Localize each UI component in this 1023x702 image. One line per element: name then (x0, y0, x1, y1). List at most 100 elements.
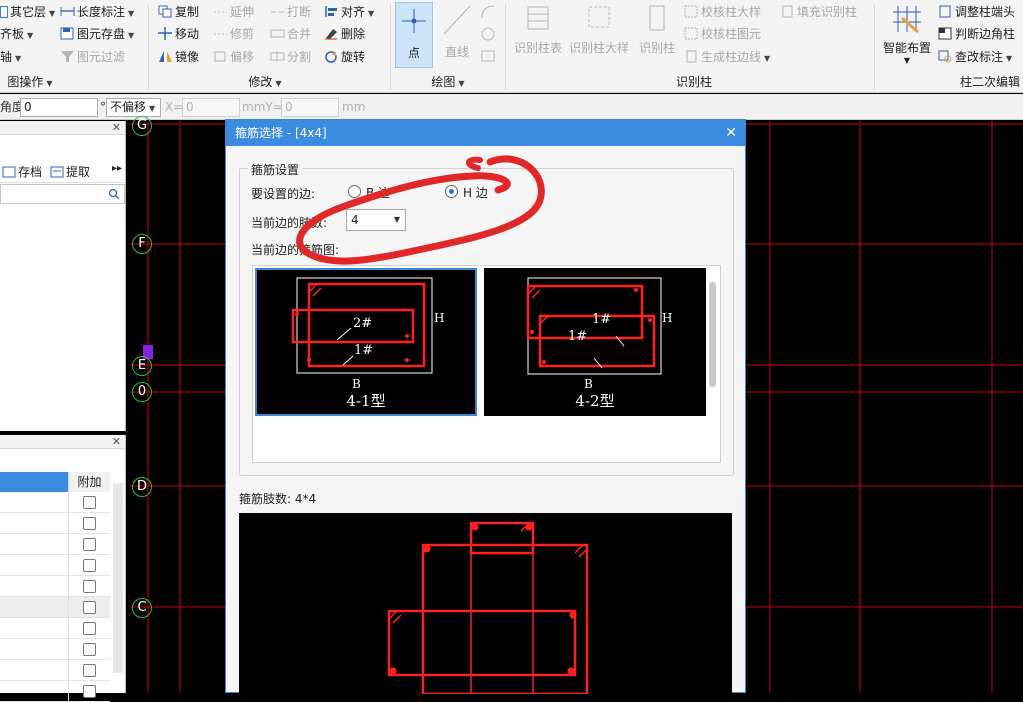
fill-identify-column-button[interactable]: 填充识别柱 (780, 2, 857, 22)
group-title: 箍筋设置 (248, 161, 303, 178)
parameter-bar: 角度: 0 ° 不偏移 ▼ X= 0 mmY= 0 mm (0, 94, 1023, 120)
stirrup-preview-drawing (387, 521, 589, 696)
other-layer-button[interactable]: 其它层 ▼ (0, 2, 55, 22)
attach-checkbox[interactable] (83, 559, 96, 572)
chevron-down-icon: ▼ (393, 215, 400, 224)
offset-mode-select[interactable]: 不偏移 ▼ (106, 98, 161, 117)
close-icon[interactable]: ✕ (112, 435, 121, 449)
archive-button[interactable]: 存档 (2, 163, 42, 181)
rect-tool-icon[interactable] (480, 48, 496, 67)
more-arrow-icon[interactable]: ▸▸ (112, 163, 122, 174)
group-label-operation: 图操作 ▼ (7, 75, 53, 89)
b-side-radio[interactable] (348, 185, 361, 198)
scrollbar[interactable] (113, 483, 123, 673)
split-button[interactable]: 分割 (270, 47, 311, 67)
align-slab-button[interactable]: 齐板 ▼ (0, 24, 33, 44)
delete-button[interactable]: 删除 (324, 24, 365, 44)
fill-icon (780, 4, 795, 18)
check-column-detail-button[interactable]: 校核柱大样 (684, 2, 761, 22)
attach-checkbox[interactable] (83, 517, 96, 530)
edit-label-button[interactable]: 查改标注 ▼ (938, 47, 1012, 67)
h-side-radio[interactable] (445, 185, 458, 198)
stirrup-type-4-1[interactable]: 2# 1# H B 4-1型 (255, 268, 477, 416)
search-input[interactable] (0, 184, 125, 204)
attach-checkbox[interactable] (83, 580, 96, 593)
bar-label-b: 1# (568, 329, 587, 344)
axis-label-g: G (132, 116, 152, 136)
stirrup-settings-group: 箍筋设置 要设置的边: B 边 H 边 当前边的肢数: 4▼ 当前边的箍筋图: (239, 161, 734, 476)
save-element-button[interactable]: 图元存盘 ▼ (60, 24, 134, 44)
length-dimension-button[interactable]: 长度标注 ▼ (60, 2, 134, 22)
dialog-titlebar: 箍筋选择 - [4x4] ✕ (226, 120, 745, 146)
offset-button[interactable]: 偏移 (213, 47, 254, 67)
extend-icon (213, 4, 228, 17)
table-row (0, 555, 110, 576)
element-filter-button[interactable]: 图元过滤 (60, 47, 125, 67)
stirrup-select-dialog: 箍筋选择 - [4x4] ✕ 箍筋设置 要设置的边: B 边 H 边 当前边的肢… (225, 119, 746, 696)
group-label-identify-column: 识别柱 (675, 75, 712, 89)
bar-label-a: 2# (353, 316, 372, 331)
panel-header: ✕ (0, 121, 125, 135)
break-button[interactable]: 打断 (270, 2, 311, 22)
stirrup-type-4-2[interactable]: 1# 1# H B 4-2型 (484, 268, 706, 416)
judge-corner-column-button[interactable]: 判断边角柱 (938, 24, 1015, 44)
search-icon[interactable] (108, 188, 120, 200)
identify-column-button[interactable]: 识别柱 (634, 2, 680, 68)
merge-button[interactable]: 合并 (270, 24, 311, 44)
axis-label-c: C (132, 598, 152, 618)
attach-checkbox[interactable] (83, 601, 96, 614)
extract-icon (50, 166, 64, 178)
adjust-column-end-button[interactable]: 调整柱端头 (938, 2, 1015, 22)
draw-point-button[interactable]: 点 (395, 2, 433, 68)
table-row (0, 639, 110, 660)
axis-button[interactable]: 轴 ▼ (0, 47, 21, 67)
point-icon (402, 9, 426, 33)
split-icon (270, 49, 285, 62)
attach-checkbox[interactable] (83, 643, 96, 656)
extract-button[interactable]: 提取 (50, 163, 90, 181)
table-row (0, 492, 110, 513)
trim-button[interactable]: 修剪 (213, 24, 254, 44)
attach-checkbox[interactable] (83, 538, 96, 551)
angle-input[interactable]: 0 (20, 98, 98, 117)
move-button[interactable]: 移动 (158, 24, 199, 44)
extend-button[interactable]: 延伸 (213, 2, 254, 22)
scrollbar[interactable] (709, 282, 716, 387)
save-element-icon (60, 26, 75, 40)
dim-b-label: B (352, 377, 361, 391)
smart-layout-button[interactable]: 智能布置 ▼ (880, 2, 934, 68)
attach-checkbox[interactable] (83, 622, 96, 635)
check-column-element-button[interactable]: 校核柱图元 (684, 24, 761, 44)
unit-label: mm (342, 100, 366, 114)
generate-column-edge-button[interactable]: 生成柱边线 ▼ (684, 47, 770, 67)
table-row (0, 513, 110, 534)
arc-tool-icon[interactable] (480, 4, 496, 23)
attach-checkbox[interactable] (83, 664, 96, 677)
align-icon (324, 4, 339, 17)
attach-checkbox[interactable] (83, 685, 96, 698)
identify-column-detail-button[interactable]: 识别柱大样 (566, 2, 632, 68)
y-input[interactable]: 0 (281, 98, 339, 117)
panel-header: ✕ (0, 435, 125, 449)
property-header-cell (0, 472, 68, 492)
corner-icon (938, 26, 953, 40)
ribbon-separator (505, 4, 506, 90)
stirrup-count-summary: 箍筋肢数: 4*4 (239, 492, 317, 506)
mirror-button[interactable]: 镜像 (158, 47, 199, 67)
attach-checkbox[interactable] (83, 496, 96, 509)
x-input[interactable]: 0 (182, 98, 240, 117)
rotate-button[interactable]: 旋转 (324, 47, 365, 67)
table-icon (527, 6, 549, 30)
ribbon-separator (390, 4, 391, 90)
mirror-icon (158, 49, 173, 62)
close-icon[interactable]: ✕ (725, 120, 737, 146)
align-button[interactable]: 对齐 ▼ (324, 2, 374, 22)
panel-toolbar: 存档 提取 ▸▸ (0, 158, 125, 183)
close-icon[interactable]: ✕ (112, 121, 121, 135)
circle-tool-icon[interactable] (480, 26, 496, 45)
identify-column-table-button[interactable]: 识别柱表 (510, 2, 566, 68)
leg-count-select[interactable]: 4 ▼ (346, 209, 406, 231)
copy-button[interactable]: 复制 (158, 2, 199, 22)
bar-label-b: 1# (354, 343, 373, 358)
draw-line-button[interactable]: 直线 (440, 2, 474, 68)
